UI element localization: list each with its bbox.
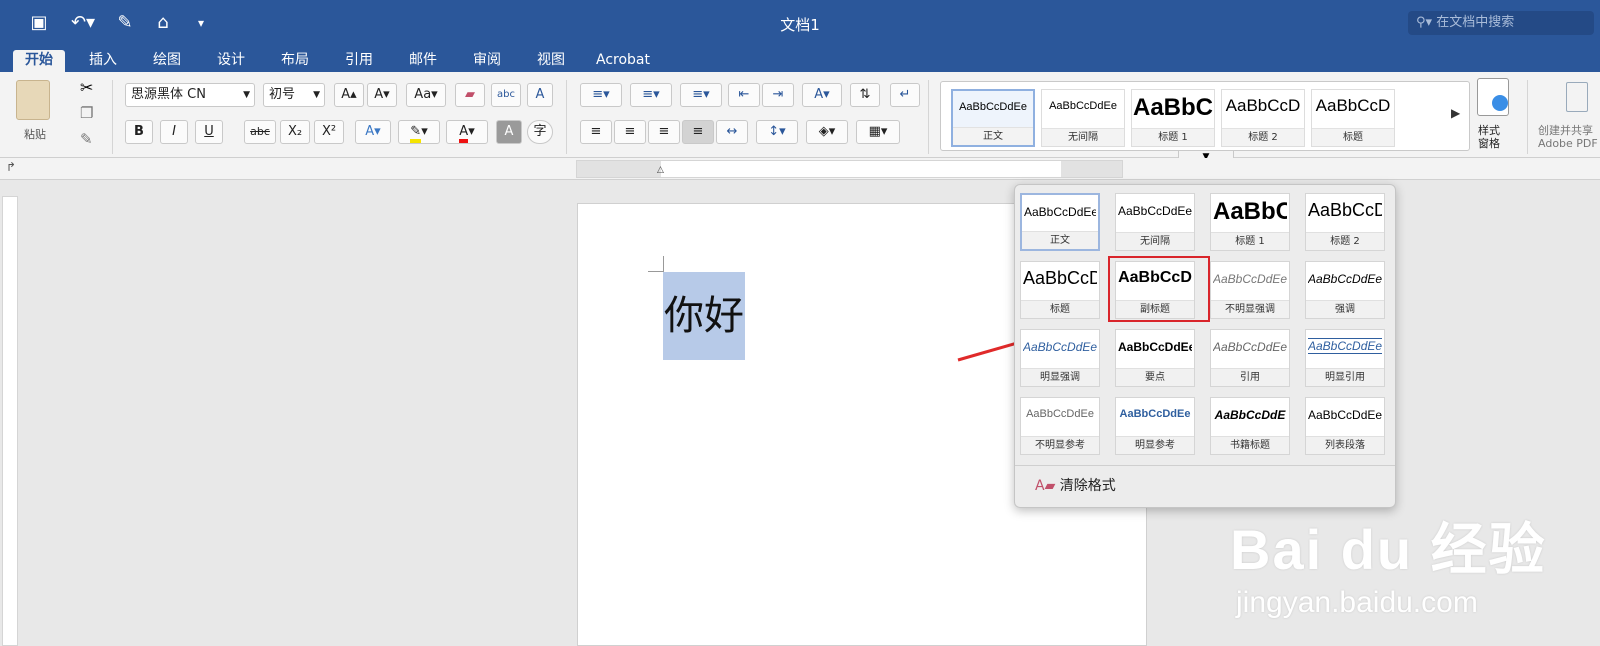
baidu-watermark: Bai du 经验 jingyan.baidu.com xyxy=(1230,505,1547,620)
style-name: 书籍标题 xyxy=(1211,436,1289,454)
style-name: 明显强调 xyxy=(1021,368,1099,386)
style-preview: AaBbC xyxy=(1213,198,1287,225)
style-intense-reference[interactable]: AaBbCcDdEe 明显参考 xyxy=(1115,397,1195,455)
style-intense-quote[interactable]: AaBbCcDdEe 明显引用 xyxy=(1305,329,1385,387)
style-name: 正文 xyxy=(1022,231,1098,249)
style-preview: AaBbCcDdEe xyxy=(1024,205,1096,219)
style-name: 标题 xyxy=(1021,300,1099,318)
style-preview: AaBbCcD xyxy=(1308,200,1382,220)
eraser-icon: A▰ xyxy=(1035,478,1056,494)
style-name: 标题 2 xyxy=(1306,232,1384,250)
style-intense-emphasis[interactable]: AaBbCcDdEe 明显强调 xyxy=(1020,329,1100,387)
style-name: 列表段落 xyxy=(1306,436,1384,454)
style-preview: AaBbCcDdEe xyxy=(1308,408,1382,422)
style-strong[interactable]: AaBbCcDdEe 要点 xyxy=(1115,329,1195,387)
style-name: 明显参考 xyxy=(1116,436,1194,454)
style-emphasis[interactable]: AaBbCcDdEe 强调 xyxy=(1305,261,1385,319)
style-preview: AaBbCcDdEe xyxy=(1213,340,1287,354)
style-name: 引用 xyxy=(1211,368,1289,386)
watermark-brand: Bai du 经验 xyxy=(1230,518,1547,581)
style-name: 强调 xyxy=(1306,300,1384,318)
style-preview: AaBbCcDdEe xyxy=(1213,272,1287,286)
style-subtle-reference[interactable]: AaBbCcDdEe 不明显参考 xyxy=(1020,397,1100,455)
style-no-spacing[interactable]: AaBbCcDdEe 无间隔 xyxy=(1115,193,1195,251)
style-preview: AaBbCcDdEe xyxy=(1023,340,1097,354)
style-name: 明显引用 xyxy=(1306,368,1384,386)
watermark-url: jingyan.baidu.com xyxy=(1236,586,1478,619)
style-normal[interactable]: AaBbCcDdEe 正文 xyxy=(1020,193,1100,251)
style-preview: AaBbCcDdEe xyxy=(1118,204,1192,218)
style-heading1[interactable]: AaBbC 标题 1 xyxy=(1210,193,1290,251)
style-preview: AaBbCcDdEe xyxy=(1118,340,1192,354)
style-subtle-emphasis[interactable]: AaBbCcDdEe 不明显强调 xyxy=(1210,261,1290,319)
style-preview: AaBbCcDdE xyxy=(1214,408,1286,422)
style-list-paragraph[interactable]: AaBbCcDdEe 列表段落 xyxy=(1305,397,1385,455)
style-book-title[interactable]: AaBbCcDdE 书籍标题 xyxy=(1210,397,1290,455)
style-name: 不明显强调 xyxy=(1211,300,1289,318)
style-preview: AaBbCcDdEe xyxy=(1308,272,1382,286)
style-preview: AaBbCcDdEe xyxy=(1026,408,1094,420)
style-preview: AaBbCcD xyxy=(1023,268,1097,288)
clear-formatting-label: 清除格式 xyxy=(1059,478,1116,494)
style-name: 标题 1 xyxy=(1211,232,1289,250)
style-heading2[interactable]: AaBbCcD 标题 2 xyxy=(1305,193,1385,251)
style-name: 要点 xyxy=(1116,368,1194,386)
style-name: 无间隔 xyxy=(1116,232,1194,250)
styles-dropdown-panel: AaBbCcDdEe 正文 AaBbCcDdEe 无间隔 AaBbC 标题 1 … xyxy=(1014,184,1396,508)
style-title[interactable]: AaBbCcD 标题 xyxy=(1020,261,1100,319)
style-quote[interactable]: AaBbCcDdEe 引用 xyxy=(1210,329,1290,387)
style-preview: AaBbCcDdEe xyxy=(1308,338,1382,354)
style-preview: AaBbCcDdEe xyxy=(1119,408,1191,420)
style-name: 不明显参考 xyxy=(1021,436,1099,454)
clear-formatting-item[interactable]: A▰ 清除格式 xyxy=(1035,475,1116,495)
separator xyxy=(1015,465,1395,466)
subtitle-highlight-box xyxy=(1108,256,1210,322)
